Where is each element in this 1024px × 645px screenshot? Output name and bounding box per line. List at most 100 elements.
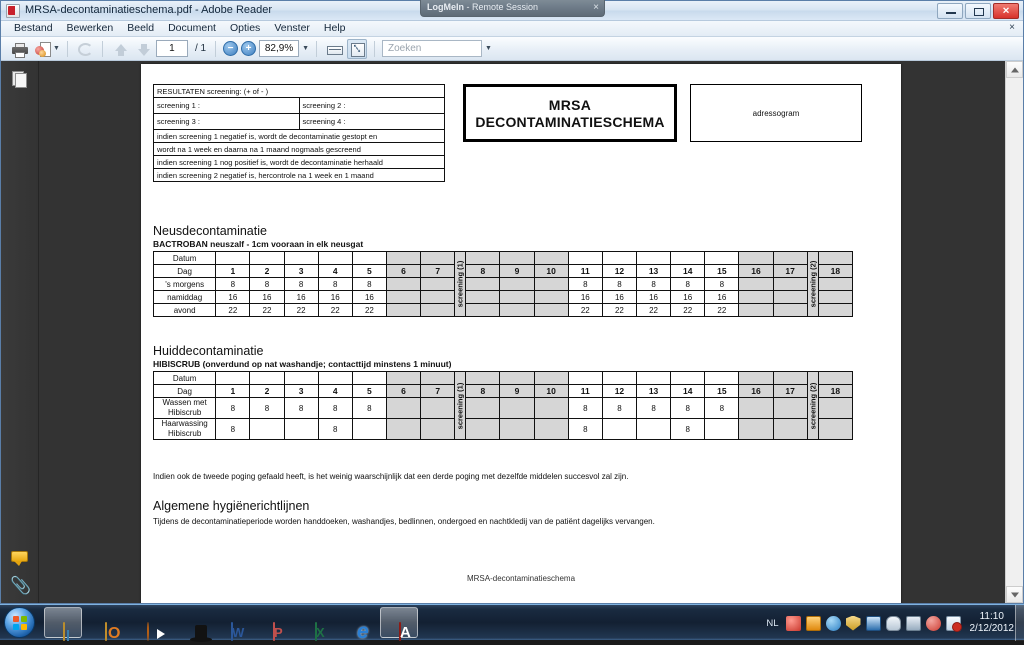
- skin-wash-day-10[interactable]: [533, 397, 569, 419]
- nose-evening-day-12[interactable]: 22: [601, 303, 638, 317]
- skin-hair-day-1[interactable]: 8: [215, 418, 251, 440]
- nose-afternoon-day-17[interactable]: [772, 290, 808, 304]
- search-input[interactable]: Zoeken: [382, 40, 482, 57]
- taskbar-item-hat-app[interactable]: [170, 607, 212, 642]
- skin-wash-day-17[interactable]: [772, 397, 808, 419]
- nose-afternoon-day-9[interactable]: [499, 290, 535, 304]
- menu-item-document[interactable]: Document: [161, 21, 223, 36]
- nose-morning-day-6[interactable]: [385, 277, 422, 291]
- menu-item-bestand[interactable]: Bestand: [7, 21, 60, 36]
- nose-morning-day-5[interactable]: 8: [351, 277, 387, 291]
- skin-wash-day-13[interactable]: 8: [635, 397, 672, 419]
- taskbar-item-internet-explorer[interactable]: [338, 607, 376, 638]
- screening-1-cell[interactable]: screening 1 :: [153, 97, 300, 114]
- page-thumbnails-icon[interactable]: [10, 69, 30, 89]
- nose-afternoon-day-4[interactable]: 16: [317, 290, 353, 304]
- skin-hair-day-8[interactable]: [465, 418, 501, 440]
- nose-evening-day-7[interactable]: [420, 303, 456, 317]
- nose-afternoon-day-11[interactable]: 16: [567, 290, 603, 304]
- nose-morning-day-10[interactable]: [533, 277, 569, 291]
- nose-evening-day-11[interactable]: 22: [567, 303, 603, 317]
- page-number-input[interactable]: 1: [155, 40, 188, 57]
- zoom-in-icon[interactable]: +: [241, 41, 257, 56]
- nose-morning-day-12[interactable]: 8: [601, 277, 638, 291]
- share-email-icon[interactable]: [32, 39, 52, 59]
- vertical-scrollbar[interactable]: [1005, 61, 1023, 603]
- nose-afternoon-day-10[interactable]: [533, 290, 569, 304]
- mouse-icon[interactable]: [885, 615, 901, 631]
- menu-item-help[interactable]: Help: [317, 21, 353, 36]
- print-icon[interactable]: [9, 39, 29, 59]
- skin-wash-day-1[interactable]: 8: [215, 397, 251, 419]
- skin-wash-day-18[interactable]: [817, 397, 854, 419]
- skin-wash-day-2[interactable]: 8: [249, 397, 285, 419]
- skin-hair-day-15[interactable]: [704, 418, 740, 440]
- comments-icon[interactable]: [10, 547, 30, 567]
- start-button[interactable]: [4, 607, 35, 638]
- nose-morning-day-17[interactable]: [772, 277, 808, 291]
- skin-wash-day-5[interactable]: 8: [351, 397, 387, 419]
- menu-item-opties[interactable]: Opties: [223, 21, 267, 36]
- skin-hair-day-7[interactable]: [420, 418, 456, 440]
- skin-hair-day-16[interactable]: [738, 418, 774, 440]
- nose-evening-day-1[interactable]: 22: [215, 303, 251, 317]
- skin-hair-day-18[interactable]: [817, 418, 854, 440]
- logmein-close-icon[interactable]: ×: [593, 0, 599, 15]
- taskbar-item-word[interactable]: [212, 607, 250, 641]
- nose-evening-day-9[interactable]: [499, 303, 535, 317]
- previous-page-icon[interactable]: [110, 39, 130, 59]
- search-dropdown-caret[interactable]: ▼: [485, 45, 492, 52]
- fit-width-icon[interactable]: [324, 39, 344, 59]
- fit-page-icon[interactable]: ↖ ↘: [347, 38, 367, 59]
- skin-wash-day-16[interactable]: [738, 397, 774, 419]
- shield-icon[interactable]: [845, 615, 861, 631]
- nose-morning-day-15[interactable]: 8: [704, 277, 740, 291]
- clock[interactable]: 11:10 2/12/2012: [970, 611, 1015, 635]
- nose-evening-day-16[interactable]: [738, 303, 774, 317]
- attachments-icon[interactable]: 📎: [10, 576, 31, 596]
- nose-evening-day-2[interactable]: 22: [249, 303, 285, 317]
- maximize-button[interactable]: [965, 3, 991, 19]
- nose-morning-day-3[interactable]: 8: [283, 277, 319, 291]
- scroll-down-button[interactable]: [1006, 586, 1023, 603]
- nose-afternoon-day-1[interactable]: 16: [215, 290, 251, 304]
- share-dropdown-caret[interactable]: ▼: [53, 45, 60, 52]
- orange-app-icon[interactable]: [805, 615, 821, 631]
- menu-item-bewerken[interactable]: Bewerken: [60, 21, 121, 36]
- nose-morning-day-8[interactable]: [465, 277, 501, 291]
- nose-afternoon-day-6[interactable]: [385, 290, 422, 304]
- skin-wash-day-4[interactable]: 8: [317, 397, 353, 419]
- nose-morning-day-11[interactable]: 8: [567, 277, 603, 291]
- skin-wash-day-6[interactable]: [385, 397, 422, 419]
- nose-morning-day-7[interactable]: [420, 277, 456, 291]
- skin-hair-day-17[interactable]: [772, 418, 808, 440]
- nose-evening-day-15[interactable]: 22: [704, 303, 740, 317]
- skin-wash-day-3[interactable]: 8: [283, 397, 319, 419]
- close-button[interactable]: ✕: [993, 3, 1019, 19]
- show-desktop-button[interactable]: [1015, 605, 1024, 641]
- close-document-icon[interactable]: ×: [1009, 22, 1015, 33]
- display-icon[interactable]: [905, 615, 921, 631]
- nose-morning-day-16[interactable]: [738, 277, 774, 291]
- menu-item-beeld[interactable]: Beeld: [120, 21, 161, 36]
- nose-afternoon-day-15[interactable]: 16: [704, 290, 740, 304]
- nose-afternoon-day-18[interactable]: [817, 290, 854, 304]
- taskbar-item-excel[interactable]: [296, 607, 334, 641]
- nose-afternoon-day-7[interactable]: [420, 290, 456, 304]
- skin-hair-day-6[interactable]: [385, 418, 422, 440]
- blue-globe-icon[interactable]: [825, 615, 841, 631]
- skin-wash-day-11[interactable]: 8: [567, 397, 603, 419]
- nose-afternoon-day-5[interactable]: 16: [351, 290, 387, 304]
- skin-wash-day-15[interactable]: 8: [704, 397, 740, 419]
- flag-alert-icon[interactable]: [945, 615, 962, 632]
- skin-wash-day-9[interactable]: [499, 397, 535, 419]
- skin-wash-day-7[interactable]: [420, 397, 456, 419]
- nose-afternoon-day-14[interactable]: 16: [670, 290, 706, 304]
- nose-morning-day-18[interactable]: [817, 277, 854, 291]
- next-page-icon[interactable]: [133, 39, 153, 59]
- taskbar-item-media-player[interactable]: [128, 607, 166, 641]
- taskbar-item-explorer[interactable]: [44, 607, 82, 641]
- rotate-icon[interactable]: [75, 39, 95, 59]
- page-scroll-area[interactable]: RESULTATEN screening: (+ of - ) screenin…: [39, 61, 1005, 603]
- skin-hair-day-11[interactable]: 8: [567, 418, 603, 440]
